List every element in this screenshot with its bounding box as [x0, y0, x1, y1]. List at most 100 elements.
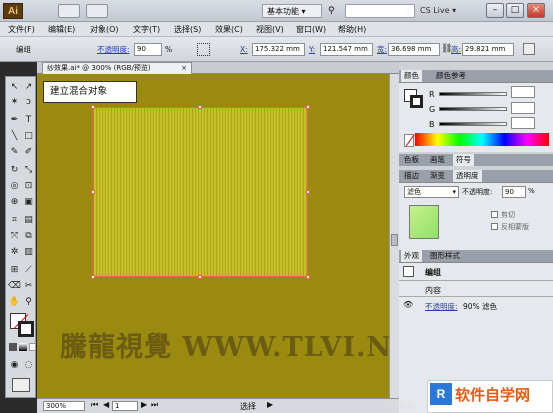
menu-type[interactable]: 文字(T) — [133, 22, 160, 37]
draw-behind-icon[interactable]: ◌ — [22, 359, 35, 372]
menu-file[interactable]: 文件(F) — [8, 22, 35, 37]
zoom-field[interactable]: 300% — [43, 401, 85, 411]
gradient-mode-icon[interactable] — [19, 343, 27, 351]
tab-color[interactable]: 颜色 — [401, 70, 422, 82]
bridge-button[interactable] — [58, 4, 80, 18]
tab-symbols[interactable]: 符号 — [453, 154, 474, 166]
cs-live-menu[interactable]: CS Live ▾ — [420, 4, 456, 18]
transparency-opacity-field[interactable]: 90 — [502, 186, 526, 198]
blend-mode-select[interactable]: 滤色 ▾ — [404, 186, 459, 198]
eyedropper-tool-icon[interactable]: ⤧ — [8, 230, 21, 243]
vertical-scrollbar[interactable] — [389, 74, 399, 398]
x-label[interactable]: X: — [240, 44, 248, 55]
invert-mask-checkbox[interactable] — [491, 223, 498, 230]
slice-tool-icon[interactable]: ⟋ — [22, 264, 35, 277]
height-label[interactable]: 高: — [451, 44, 461, 55]
live-paint-tool-icon[interactable]: ▣ — [22, 196, 35, 209]
blend-tool-icon[interactable]: ⧉ — [22, 230, 35, 243]
shape-builder-tool-icon[interactable]: ⊕ — [8, 196, 21, 209]
status-arrow-icon[interactable]: ▶ — [267, 400, 273, 409]
channel-g-field[interactable] — [511, 102, 535, 114]
workspace-switcher[interactable]: 基本功能 ▾ — [262, 4, 322, 18]
zoom-tool-icon[interactable]: ⚲ — [22, 296, 35, 309]
last-artboard-icon[interactable]: ⏭ — [151, 400, 158, 410]
menu-view[interactable]: 视图(V) — [256, 22, 284, 37]
type-tool-icon[interactable]: T — [22, 114, 35, 127]
line-tool-icon[interactable]: ╲ — [8, 130, 21, 143]
eye-icon[interactable]: 👁 — [403, 300, 413, 309]
document-tab[interactable]: 纱效果.ai* @ 300% (RGB/预览) × — [42, 62, 192, 74]
menu-object[interactable]: 对象(O) — [90, 22, 119, 37]
rotate-tool-icon[interactable]: ↻ — [8, 164, 21, 177]
opacity-field[interactable]: 90 — [134, 43, 162, 56]
menu-effect[interactable]: 效果(C) — [215, 22, 243, 37]
opacity-link[interactable]: 不透明度: — [97, 44, 130, 55]
height-field[interactable]: 29.821 mm — [462, 43, 514, 56]
tab-graphic-styles[interactable]: 图形样式 — [427, 250, 463, 262]
color-stroke-box[interactable] — [410, 95, 423, 108]
selection-handle[interactable] — [306, 105, 310, 109]
tab-transparency[interactable]: 透明度 — [453, 170, 482, 182]
minimize-button[interactable]: – — [486, 3, 504, 18]
screen-mode-icon[interactable] — [12, 378, 30, 392]
lasso-tool-icon[interactable]: ↄ — [22, 96, 35, 109]
selection-tool-icon[interactable]: ↖ — [8, 81, 21, 94]
hand-tool-icon[interactable]: ✋ — [8, 296, 21, 309]
none-color-icon[interactable] — [404, 134, 415, 147]
graph-tool-icon[interactable]: ▥ — [22, 246, 35, 259]
free-transform-tool-icon[interactable]: ⊡ — [22, 180, 35, 193]
x-field[interactable]: 175.322 mm — [252, 43, 305, 56]
scissors-tool-icon[interactable]: ✂ — [22, 280, 35, 293]
none-mode-icon[interactable] — [29, 343, 36, 351]
selection-handle[interactable] — [198, 275, 202, 279]
selection-handle[interactable] — [306, 190, 310, 194]
channel-b-field[interactable] — [511, 117, 535, 129]
channel-g-slider[interactable] — [439, 107, 507, 111]
channel-r-slider[interactable] — [439, 92, 507, 96]
selection-handle[interactable] — [198, 105, 202, 109]
width-label[interactable]: 宽: — [377, 44, 387, 55]
close-button[interactable]: × — [527, 3, 545, 18]
tab-swatches[interactable]: 色板 — [401, 154, 422, 166]
color-mode-icon[interactable] — [9, 343, 17, 351]
selection-handle[interactable] — [91, 105, 95, 109]
pencil-tool-icon[interactable]: ✐ — [22, 146, 35, 159]
search-input[interactable] — [345, 4, 415, 18]
channel-r-field[interactable] — [511, 86, 535, 98]
menu-edit[interactable]: 编辑(E) — [48, 22, 75, 37]
rectangle-tool-icon[interactable]: □ — [22, 130, 35, 143]
tab-gradient[interactable]: 渐变 — [427, 170, 448, 182]
artboard-field[interactable]: 1 — [112, 401, 138, 411]
menu-help[interactable]: 帮助(H) — [338, 22, 366, 37]
artboard-tool-icon[interactable]: ⊞ — [8, 264, 21, 277]
maximize-button[interactable]: □ — [506, 3, 524, 18]
document-tab-close[interactable]: × — [181, 63, 187, 74]
selection-handle[interactable] — [91, 275, 95, 279]
color-spectrum[interactable] — [415, 133, 549, 146]
tab-stroke[interactable]: 描边 — [401, 170, 422, 182]
prev-artboard-icon[interactable]: ◀ — [103, 400, 109, 409]
y-field[interactable]: 121.547 mm — [320, 43, 373, 56]
transparency-thumbnail[interactable] — [409, 205, 439, 239]
next-artboard-icon[interactable]: ▶ — [141, 400, 147, 409]
warp-tool-icon[interactable]: ◎ — [8, 180, 21, 193]
appearance-opacity-link[interactable]: 不透明度: — [425, 301, 458, 312]
menu-select[interactable]: 选择(S) — [174, 22, 201, 37]
paintbrush-tool-icon[interactable]: ✎ — [8, 146, 21, 159]
mesh-tool-icon[interactable]: ⌗ — [8, 214, 21, 227]
arrange-documents-button[interactable] — [86, 4, 108, 18]
selection-handle[interactable] — [91, 190, 95, 194]
appearance-contents[interactable]: 内容 — [425, 285, 441, 296]
transform-panel-icon[interactable] — [523, 43, 535, 55]
symbol-sprayer-tool-icon[interactable]: ✲ — [8, 246, 21, 259]
magic-wand-tool-icon[interactable]: ✶ — [8, 96, 21, 109]
scale-tool-icon[interactable]: ⤡ — [22, 164, 35, 177]
pen-tool-icon[interactable]: ✒ — [8, 114, 21, 127]
first-artboard-icon[interactable]: ⏮ — [91, 400, 98, 410]
eraser-tool-icon[interactable]: ⌫ — [8, 280, 21, 293]
clip-checkbox[interactable] — [491, 211, 498, 218]
reference-point-icon[interactable] — [197, 43, 210, 56]
scrollbar-thumb[interactable] — [391, 234, 398, 246]
y-label[interactable]: Y: — [309, 44, 315, 55]
width-field[interactable]: 36.698 mm — [388, 43, 440, 56]
